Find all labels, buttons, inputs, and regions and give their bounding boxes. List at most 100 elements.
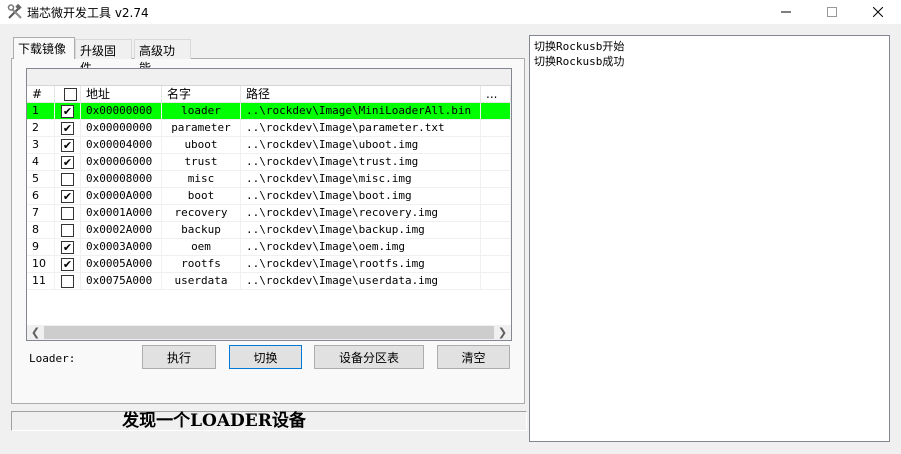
row-path[interactable]: ..\rockdev\Image\uboot.img bbox=[241, 137, 481, 154]
row-name: misc bbox=[162, 171, 241, 188]
row-more[interactable] bbox=[481, 273, 511, 290]
row-number: 4 bbox=[27, 154, 55, 171]
image-table: # 地址 名字 路径 ... 10x00000000loader..\rockd… bbox=[26, 68, 512, 341]
row-name: rootfs bbox=[162, 256, 241, 273]
row-address: 0x0005A000 bbox=[81, 256, 162, 273]
row-address: 0x0075A000 bbox=[81, 273, 162, 290]
tab-upgrade-firmware[interactable]: 升级固件 bbox=[75, 39, 132, 75]
log-line: 切换Rockusb成功 bbox=[534, 55, 625, 68]
row-checkbox[interactable] bbox=[61, 207, 74, 220]
device-partition-table-button[interactable]: 设备分区表 bbox=[314, 345, 424, 369]
table-row[interactable]: 3 0x00004000uboot..\rockdev\Image\uboot.i… bbox=[27, 137, 511, 154]
row-checkbox[interactable] bbox=[61, 173, 74, 186]
row-number: 7 bbox=[27, 205, 55, 222]
row-path[interactable]: ..\rockdev\Image\misc.img bbox=[241, 171, 481, 188]
row-path[interactable]: ..\rockdev\Image\userdata.img bbox=[241, 273, 481, 290]
table-row[interactable]: 2 0x00000000parameter..\rockdev\Image\par… bbox=[27, 120, 511, 137]
close-button[interactable] bbox=[855, 0, 901, 24]
log-line: 切换Rockusb开始 bbox=[534, 40, 625, 53]
row-number: 5 bbox=[27, 171, 55, 188]
table-row[interactable]: 10 0x0005A000rootfs..\rockdev\Image\rootf… bbox=[27, 256, 511, 273]
row-checkbox-cell[interactable] bbox=[55, 222, 81, 239]
scroll-thumb[interactable] bbox=[44, 326, 494, 339]
table-row[interactable]: 9 0x0003A000oem..\rockdev\Image\oem.img bbox=[27, 239, 511, 256]
row-checkbox[interactable] bbox=[61, 105, 74, 118]
maximize-icon bbox=[827, 7, 837, 17]
row-address: 0x00006000 bbox=[81, 154, 162, 171]
row-more[interactable] bbox=[481, 222, 511, 239]
maximize-button[interactable] bbox=[809, 0, 855, 24]
row-more[interactable] bbox=[481, 188, 511, 205]
table-row[interactable]: 7 0x0001A000 recovery ..\rockdev\Image\reco… bbox=[27, 205, 511, 222]
row-name: uboot bbox=[162, 137, 241, 154]
row-checkbox-cell[interactable] bbox=[55, 171, 81, 188]
scroll-left-icon[interactable]: ❮ bbox=[27, 325, 44, 340]
log-lines: 切换Rockusb开始 切换Rockusb成功 bbox=[534, 39, 885, 69]
row-checkbox-cell[interactable] bbox=[55, 137, 81, 154]
row-checkbox[interactable] bbox=[61, 258, 74, 271]
row-number: 1 bbox=[27, 103, 55, 120]
row-number: 11 bbox=[27, 273, 55, 290]
row-path[interactable]: ..\rockdev\Image\parameter.txt bbox=[241, 120, 481, 137]
tab-advanced-functions[interactable]: 高级功能 bbox=[134, 39, 191, 75]
title-bar: 瑞芯微开发工具 v2.74 bbox=[0, 0, 901, 24]
row-path[interactable]: ..\rockdev\Image\rootfs.img bbox=[241, 256, 481, 273]
row-checkbox-cell[interactable] bbox=[55, 273, 81, 290]
row-checkbox[interactable] bbox=[61, 190, 74, 203]
row-checkbox-cell[interactable] bbox=[55, 120, 81, 137]
row-checkbox[interactable] bbox=[61, 122, 74, 135]
row-more[interactable] bbox=[481, 171, 511, 188]
col-header-address[interactable]: 地址 bbox=[81, 86, 162, 103]
loader-label: Loader: bbox=[29, 352, 76, 365]
col-header-name[interactable]: 名字 bbox=[162, 86, 241, 103]
row-path[interactable]: ..\rockdev\Image\recovery.img bbox=[241, 205, 481, 222]
row-checkbox-cell[interactable] bbox=[55, 239, 81, 256]
row-path[interactable]: ..\rockdev\Image\oem.img bbox=[241, 239, 481, 256]
row-path[interactable]: ..\rockdev\Image\trust.img bbox=[241, 154, 481, 171]
table-row[interactable]: 11 0x0075A000 userdata ..\rockdev\Image\use… bbox=[27, 273, 511, 290]
row-more[interactable] bbox=[481, 154, 511, 171]
row-checkbox-cell[interactable] bbox=[55, 256, 81, 273]
horizontal-scrollbar[interactable]: ❮ ❯ bbox=[27, 325, 511, 340]
row-checkbox-cell[interactable] bbox=[55, 205, 81, 222]
row-path[interactable]: ..\rockdev\Image\backup.img bbox=[241, 222, 481, 239]
row-checkbox[interactable] bbox=[61, 241, 74, 254]
row-path[interactable]: ..\rockdev\Image\MiniLoaderAll.bin bbox=[241, 103, 481, 120]
row-checkbox-cell[interactable] bbox=[55, 188, 81, 205]
row-checkbox[interactable] bbox=[61, 156, 74, 169]
row-path[interactable]: ..\rockdev\Image\boot.img bbox=[241, 188, 481, 205]
row-checkbox[interactable] bbox=[61, 139, 74, 152]
execute-button[interactable]: 执行 bbox=[142, 345, 216, 369]
row-address: 0x0001A000 bbox=[81, 205, 162, 222]
select-all-checkbox[interactable] bbox=[63, 88, 77, 101]
scroll-right-icon[interactable]: ❯ bbox=[494, 325, 511, 340]
row-address: 0x0003A000 bbox=[81, 239, 162, 256]
row-address: 0x00008000 bbox=[81, 171, 162, 188]
table-row[interactable]: 5 0x00008000 misc ..\rockdev\Image\misc.img bbox=[27, 171, 511, 188]
clear-button[interactable]: 清空 bbox=[437, 345, 510, 369]
col-header-path[interactable]: 路径 bbox=[241, 86, 481, 103]
tab-download-image[interactable]: 下载镜像 bbox=[13, 37, 75, 59]
row-more[interactable] bbox=[481, 103, 511, 120]
switch-button[interactable]: 切换 bbox=[229, 345, 302, 369]
row-checkbox-cell[interactable] bbox=[55, 154, 81, 171]
row-more[interactable] bbox=[481, 239, 511, 256]
row-number: 3 bbox=[27, 137, 55, 154]
row-more[interactable] bbox=[481, 205, 511, 222]
col-header-num[interactable]: # bbox=[27, 86, 55, 103]
log-output[interactable]: 切换Rockusb开始 切换Rockusb成功 bbox=[529, 35, 890, 442]
col-header-select-all[interactable] bbox=[55, 86, 81, 103]
row-checkbox-cell[interactable] bbox=[55, 103, 81, 120]
minimize-button[interactable] bbox=[763, 0, 809, 24]
row-more[interactable] bbox=[481, 120, 511, 137]
row-checkbox[interactable] bbox=[61, 275, 74, 288]
row-name: userdata bbox=[162, 273, 241, 290]
table-row[interactable]: 1 0x00000000loader..\rockdev\Image\MiniLo… bbox=[27, 103, 511, 120]
col-header-more[interactable]: ... bbox=[481, 86, 511, 103]
table-row[interactable]: 8 0x0002A000 backup ..\rockdev\Image\backup… bbox=[27, 222, 511, 239]
row-more[interactable] bbox=[481, 256, 511, 273]
row-checkbox[interactable] bbox=[61, 224, 74, 237]
table-row[interactable]: 4 0x00006000trust..\rockdev\Image\trust.i… bbox=[27, 154, 511, 171]
table-row[interactable]: 6 0x0000A000boot..\rockdev\Image\boot.img bbox=[27, 188, 511, 205]
row-more[interactable] bbox=[481, 137, 511, 154]
